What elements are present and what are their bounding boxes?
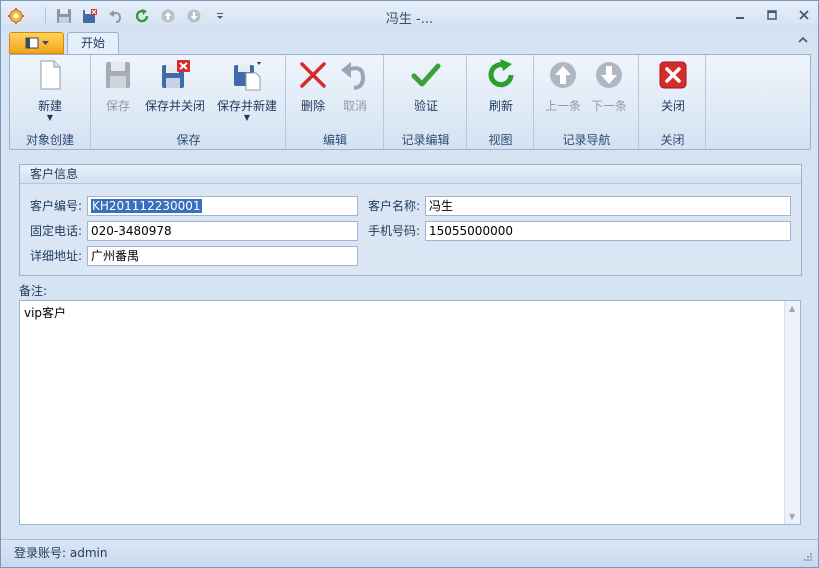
next-button[interactable]: 下一条 [587, 59, 631, 114]
remark-label: 备注: [19, 284, 48, 298]
scroll-down-icon[interactable]: ▼ [789, 512, 795, 521]
status-bar: 登录账号: admin [1, 539, 818, 567]
next-icon [596, 62, 622, 88]
group-view: 刷新 视图 [468, 55, 534, 149]
mobile-input[interactable]: 15055000000 [425, 221, 791, 241]
customer-name-label: 客户名称: [368, 199, 421, 213]
group-label-edit: 编辑 [322, 133, 347, 147]
new-dropdown-arrow-icon: ▼ [46, 113, 54, 122]
cancel-button-label: 取消 [342, 99, 367, 113]
close-icon [659, 61, 687, 89]
previous-button-label: 上一条 [544, 99, 581, 113]
save-button[interactable]: 保存 [98, 59, 138, 114]
address-input[interactable]: 广州番禺 [87, 246, 358, 266]
group-record-edit: 验证 记录编辑 [385, 55, 467, 149]
refresh-button-label: 刷新 [488, 99, 513, 113]
title-bar: 冯生 -... [1, 1, 818, 31]
group-close: 关闭 关闭 [640, 55, 706, 149]
refresh-button[interactable]: 刷新 [481, 59, 521, 114]
group-save: 保存 保存并关闭 保存并新建 ▼ 保存 [92, 55, 286, 149]
refresh-icon [488, 59, 514, 88]
customer-edit-window: 冯生 -... 开始 新建 ▼ 对象创建 保存 保存并关闭 保存并新建 ▼ 保存… [0, 0, 819, 568]
chevron-down-icon [41, 40, 49, 45]
ribbon-collapse-icon[interactable] [798, 36, 808, 47]
delete-icon [300, 62, 326, 88]
minimize-button[interactable] [732, 7, 748, 23]
resize-grip-icon[interactable] [802, 551, 812, 561]
delete-button[interactable]: 删除 [293, 59, 333, 114]
close-button[interactable]: 关闭 [653, 59, 693, 114]
group-record-navigation: 上一条 下一条 记录导航 [535, 55, 639, 149]
remark-textarea[interactable]: vip客户 ▲ ▼ [19, 300, 801, 525]
customer-code-label: 客户编号: [30, 199, 83, 213]
scroll-up-icon[interactable]: ▲ [789, 304, 795, 313]
customer-info-section: 客户信息 客户编号: KH201112230001 客户名称: 冯生 固定电话:… [19, 164, 802, 276]
group-label-close: 关闭 [660, 133, 685, 147]
close-button-label: 关闭 [660, 99, 685, 113]
save-close-button-label: 保存并关闭 [144, 99, 205, 113]
ribbon-tab-row: 开始 [1, 31, 818, 55]
validate-button[interactable]: 验证 [406, 59, 446, 114]
save-close-button[interactable]: 保存并关闭 [142, 59, 208, 114]
cancel-button[interactable]: 取消 [335, 59, 375, 114]
phone-label: 固定电话: [30, 224, 83, 238]
remark-scrollbar[interactable]: ▲ ▼ [784, 301, 800, 524]
address-label: 详细地址: [30, 249, 83, 263]
customer-name-input[interactable]: 冯生 [425, 196, 791, 216]
group-label-view: 视图 [488, 133, 513, 147]
application-menu-button[interactable] [9, 32, 64, 54]
maximize-button[interactable] [764, 7, 780, 23]
phone-input[interactable]: 020-3480978 [87, 221, 358, 241]
customer-info-title: 客户信息 [20, 165, 801, 184]
group-label-save: 保存 [176, 133, 201, 147]
remark-text: vip客户 [24, 306, 67, 320]
undo-icon [341, 62, 366, 90]
new-document-icon [40, 60, 61, 90]
mobile-label: 手机号码: [368, 224, 421, 238]
check-icon [411, 63, 441, 87]
group-object-create: 新建 ▼ 对象创建 [10, 55, 91, 149]
validate-button-label: 验证 [413, 99, 438, 113]
window-controls [732, 7, 812, 23]
close-window-button[interactable] [796, 7, 812, 23]
previous-icon [550, 62, 576, 88]
save-button-label: 保存 [105, 99, 130, 113]
save-close-icon [162, 60, 190, 88]
group-label-record-navigation: 记录导航 [562, 133, 611, 147]
app-menu-icon [25, 37, 38, 49]
save-new-button-label: 保存并新建 [216, 99, 277, 113]
save-new-icon [234, 62, 261, 91]
customer-code-value: KH201112230001 [91, 199, 202, 213]
previous-button[interactable]: 上一条 [541, 59, 585, 114]
group-label-object-create: 对象创建 [25, 133, 74, 147]
new-button-label: 新建 [37, 99, 62, 113]
tab-home[interactable]: 开始 [67, 32, 119, 55]
login-account-status: 登录账号: admin [14, 546, 108, 560]
new-button[interactable]: 新建 ▼ [30, 59, 70, 122]
save-new-button[interactable]: 保存并新建 ▼ [212, 59, 282, 122]
window-title: 冯生 -... [385, 12, 434, 27]
next-button-label: 下一条 [590, 99, 627, 113]
customer-code-input[interactable]: KH201112230001 [87, 196, 358, 216]
group-label-record-edit: 记录编辑 [401, 133, 450, 147]
group-edit: 删除 取消 编辑 [287, 55, 384, 149]
save-icon [106, 62, 130, 88]
save-new-dropdown-arrow-icon: ▼ [243, 113, 251, 122]
ribbon: 新建 ▼ 对象创建 保存 保存并关闭 保存并新建 ▼ 保存 删除 取消 编辑 验… [9, 54, 811, 150]
delete-button-label: 删除 [300, 99, 325, 113]
